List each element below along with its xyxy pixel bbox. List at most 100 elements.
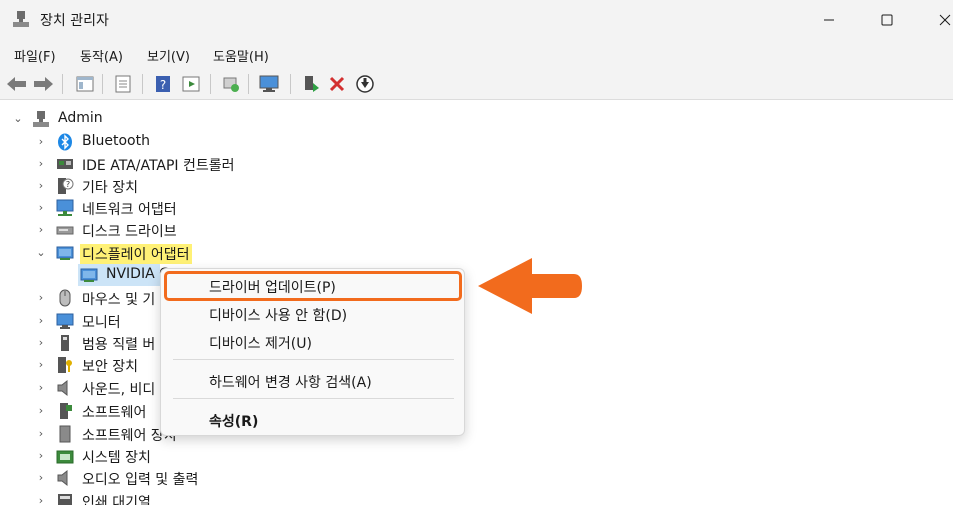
tree-item-system[interactable]: › 시스템 장치 [0,445,953,467]
tree-item-ide[interactable]: › IDE ATA/ATAPI 컨트롤러 [0,153,953,175]
tree-item-label: 기타 장치 [82,180,138,196]
menu-bar: 파일(F) 동작(A) 보기(V) 도움말(H) [0,40,953,68]
tree-item-label: 소프트웨어 [82,405,147,421]
disable-icon [356,75,374,93]
console-tree-icon [76,76,94,92]
tree-item-security[interactable]: › 보안 장치 [0,354,953,376]
bluetooth-icon [58,133,72,151]
chevron-right-icon[interactable]: › [35,381,47,395]
tree-item-network[interactable]: › 네트워크 어댑터 [0,197,953,219]
mouse-icon [59,289,71,307]
tree-item-label: 시스템 장치 [82,450,151,466]
help-icon: ? [156,76,170,92]
chevron-right-icon[interactable]: › [35,471,47,485]
other-device-icon: ? [58,178,74,194]
chevron-right-icon[interactable]: › [35,291,47,305]
monitor-icon [56,313,74,329]
tree-item-label: 사운드, 비디 [82,382,156,398]
tree-item-audio-io[interactable]: › 오디오 입력 및 출력 [0,467,953,489]
chevron-right-icon[interactable]: › [35,404,47,418]
window-title: 장치 관리자 [40,13,109,29]
tree-item-software-component[interactable]: › 소프트웨어 [0,400,953,422]
monitor-icon [259,75,279,92]
uninstall-icon [329,76,345,92]
tree-item-label: 디스크 드라이브 [82,224,177,240]
chevron-down-icon[interactable]: ⌄ [12,112,24,126]
display-adapter-icon [80,268,98,282]
toolbar-separator [290,74,291,94]
back-button[interactable] [6,73,28,95]
tree-item-label: 보안 장치 [82,359,138,375]
tree-item-sound[interactable]: › 사운드, 비디 [0,377,953,399]
chevron-right-icon[interactable]: › [35,179,47,193]
minimize-button[interactable] [806,0,852,40]
help-button[interactable]: ? [152,73,174,95]
action-pane-icon [182,76,200,92]
close-icon [939,14,951,26]
back-icon [7,77,26,91]
tree-item-label: 범용 직렬 버 [82,337,156,353]
monitor-button[interactable] [258,73,280,95]
tree-item-usb[interactable]: › 범용 직렬 버 [0,332,953,354]
print-queue-icon [58,494,72,505]
svg-text:?: ? [66,180,70,189]
software-device-icon [59,425,71,443]
close-button[interactable] [922,0,953,40]
forward-icon [34,77,53,91]
disable-device-menu-item[interactable]: 디바이스 사용 안 함(D) [209,305,347,325]
tree-item-software-device[interactable]: › 소프트웨어 장치 [0,423,953,445]
disable-button[interactable] [354,73,376,95]
menu-view[interactable]: 보기(V) [147,46,190,65]
chevron-right-icon[interactable]: › [35,157,47,171]
properties-button[interactable] [112,73,134,95]
tree-item-print-queue[interactable]: › 인쇄 대기열 [0,490,953,505]
uninstall-device-menu-item[interactable]: 디바이스 제거(U) [209,333,312,353]
chevron-right-icon[interactable]: › [35,358,47,372]
tree-item-label: Bluetooth [82,133,150,149]
maximize-button[interactable] [864,0,910,40]
chevron-right-icon[interactable]: › [35,223,47,237]
chevron-right-icon[interactable]: › [35,314,47,328]
chevron-right-icon[interactable]: › [35,449,47,463]
pointer-arrow-icon [478,258,582,314]
update-driver-menu-item[interactable]: 드라이버 업데이트(P) [209,277,336,297]
usb-icon [61,335,69,351]
properties-menu-item[interactable]: 속성(R) [209,411,258,431]
toolbar-separator [142,74,143,94]
toolbar: ? [0,68,953,100]
chevron-down-icon[interactable]: ⌄ [35,246,47,260]
tree-item-bluetooth[interactable]: › Bluetooth [0,131,953,153]
tree-root[interactable]: ⌄ Admin [0,108,953,130]
properties-icon [115,75,131,93]
scan-hardware-button[interactable] [220,73,242,95]
menu-action[interactable]: 동작(A) [80,46,123,65]
scan-hardware-menu-item[interactable]: 하드웨어 변경 사항 검색(A) [209,372,372,392]
svg-text:?: ? [160,78,166,92]
tree-item-label: IDE ATA/ATAPI 컨트롤러 [82,158,235,174]
chevron-right-icon[interactable]: › [35,135,47,149]
tree-item-label: 오디오 입력 및 출력 [82,472,199,488]
device-manager-icon [13,11,29,27]
forward-button[interactable] [32,73,54,95]
menu-file[interactable]: 파일(F) [14,46,56,65]
network-adapter-icon [56,199,74,216]
tree-item-other[interactable]: › ? 기타 장치 [0,175,953,197]
toolbar-separator [248,74,249,94]
tree-item-disk[interactable]: › 디스크 드라이브 [0,219,953,241]
maximize-icon [881,14,893,26]
uninstall-button[interactable] [326,73,348,95]
update-driver-icon [305,76,319,92]
chevron-right-icon[interactable]: › [35,427,47,441]
menu-help[interactable]: 도움말(H) [213,46,269,65]
chevron-right-icon[interactable]: › [35,494,47,505]
menu-separator [173,359,454,360]
audio-io-icon [57,469,68,487]
action-pane-button[interactable] [180,73,202,95]
tree-item-label: 인쇄 대기열 [82,495,151,505]
console-tree-button[interactable] [74,73,96,95]
menu-separator [173,398,454,399]
tree-item-label: 디스플레이 어댑터 [80,244,192,264]
chevron-right-icon[interactable]: › [35,201,47,215]
update-driver-button[interactable] [300,73,322,95]
chevron-right-icon[interactable]: › [35,336,47,350]
